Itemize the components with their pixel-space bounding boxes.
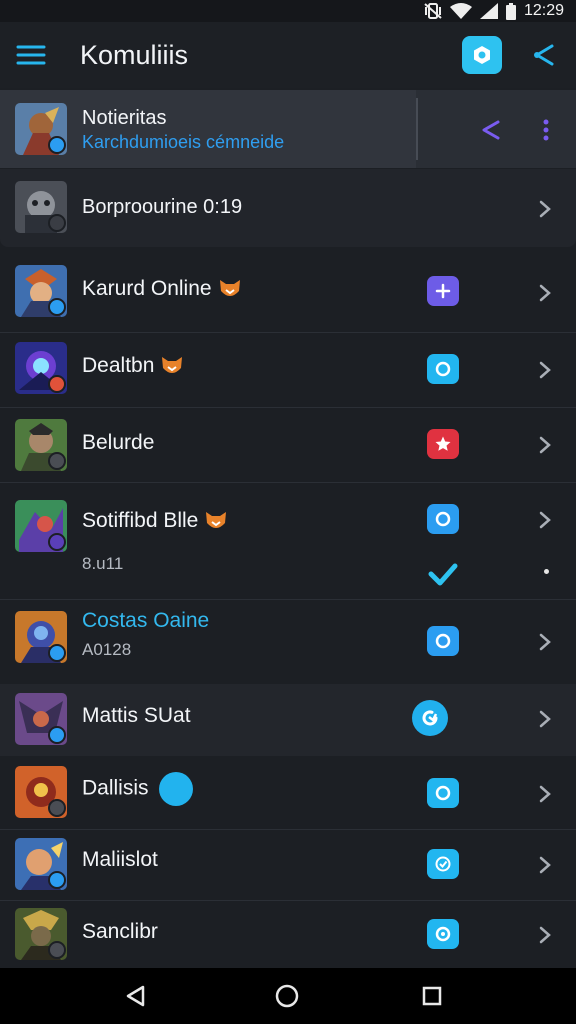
list-item[interactable]: Karurd Online — [0, 255, 576, 333]
game-thumbnail — [15, 838, 67, 890]
list-item[interactable]: Dallisis — [0, 758, 576, 830]
chevron-right-icon[interactable] — [538, 199, 552, 219]
list-item[interactable]: Sotiffibd Blle 8.u11 — [0, 484, 576, 600]
chevron-right-icon[interactable] — [538, 435, 552, 455]
chevron-right-icon[interactable] — [538, 709, 552, 729]
item-title: Belurde — [82, 431, 155, 454]
list-item[interactable]: Borproourine 0:19 — [0, 169, 576, 247]
app-action-icon[interactable] — [462, 36, 502, 74]
pinned-title: Notieritas — [82, 107, 167, 129]
battery-icon — [505, 2, 516, 20]
item-subtitle: A0128 — [82, 640, 132, 659]
item-title: Costas Oaine — [82, 609, 210, 632]
chevron-right-icon[interactable] — [538, 925, 552, 945]
vibrate-icon — [424, 3, 442, 19]
item-title: Sotiffibd Blle — [82, 509, 228, 533]
item-title: Dealtbn — [82, 354, 184, 378]
game-thumbnail — [15, 181, 67, 233]
chevron-right-icon[interactable] — [538, 510, 552, 530]
fox-badge-icon — [162, 357, 183, 374]
fox-badge-icon — [206, 512, 227, 529]
item-title: Borproourine 0:19 — [82, 196, 243, 218]
home-icon[interactable] — [274, 983, 300, 1009]
game-thumbnail — [15, 908, 67, 960]
divider — [416, 98, 418, 160]
game-thumbnail — [15, 500, 67, 552]
circle-icon[interactable] — [427, 354, 459, 384]
game-thumbnail — [15, 342, 67, 394]
game-thumbnail — [15, 103, 67, 155]
chevron-right-icon[interactable] — [538, 360, 552, 380]
chevron-right-icon[interactable] — [538, 283, 552, 303]
star-icon[interactable] — [427, 429, 459, 459]
cell-signal-icon — [479, 3, 498, 19]
list-item[interactable]: Dealtbn — [0, 334, 576, 408]
game-thumbnail — [15, 693, 67, 745]
item-title: Sanclibr — [82, 920, 158, 943]
recents-icon[interactable] — [419, 983, 445, 1009]
plus-icon[interactable] — [427, 276, 459, 306]
menu-icon[interactable] — [14, 40, 48, 70]
item-title: Karurd Online — [82, 277, 242, 301]
check-icon[interactable] — [427, 849, 459, 879]
app-title: Komuliiis — [80, 40, 189, 70]
fox-badge-icon — [219, 280, 240, 297]
chevron-right-icon[interactable] — [538, 855, 552, 875]
list-item[interactable]: Maliislot — [0, 831, 576, 901]
chevron-right-icon[interactable] — [538, 632, 552, 652]
list-item[interactable]: Belurde — [0, 409, 576, 483]
app-bar: Komuliiis — [0, 22, 576, 88]
circle-icon[interactable] — [427, 778, 459, 808]
more-vertical-icon[interactable] — [538, 117, 554, 143]
pinned-item[interactable]: Notieritas Karchdumioeis cémneide — [0, 90, 576, 168]
list-item[interactable]: Costas Oaine A0128 — [0, 601, 576, 681]
item-title: Maliislot — [82, 848, 158, 871]
game-thumbnail — [15, 766, 67, 818]
status-time: 12:29 — [523, 2, 564, 19]
dot-indicator — [544, 569, 549, 574]
share-icon[interactable] — [476, 117, 504, 143]
list-item[interactable]: Sanclibr — [0, 902, 576, 968]
refresh-icon[interactable] — [412, 700, 448, 736]
badge-icon — [158, 772, 193, 806]
item-title: Dallisis — [82, 772, 193, 806]
circle-icon[interactable] — [427, 919, 459, 949]
status-bar: 12:29 — [0, 0, 576, 22]
check-icon — [428, 562, 458, 588]
navigation-bar — [0, 968, 576, 1024]
game-thumbnail — [15, 265, 67, 317]
item-title: Mattis SUat — [82, 704, 191, 727]
share-icon[interactable] — [528, 40, 560, 70]
game-thumbnail — [15, 611, 67, 663]
back-icon[interactable] — [123, 983, 149, 1009]
list-item[interactable]: Mattis SUat — [0, 684, 576, 756]
item-subtitle: 8.u11 — [82, 554, 124, 573]
wifi-icon — [449, 3, 472, 19]
circle-icon[interactable] — [427, 504, 459, 534]
game-thumbnail — [15, 419, 67, 471]
circle-icon[interactable] — [427, 626, 459, 656]
pinned-subtitle: Karchdumioeis cémneide — [82, 132, 285, 152]
pinned-content[interactable]: Notieritas Karchdumioeis cémneide — [0, 90, 416, 168]
chevron-right-icon[interactable] — [538, 784, 552, 804]
